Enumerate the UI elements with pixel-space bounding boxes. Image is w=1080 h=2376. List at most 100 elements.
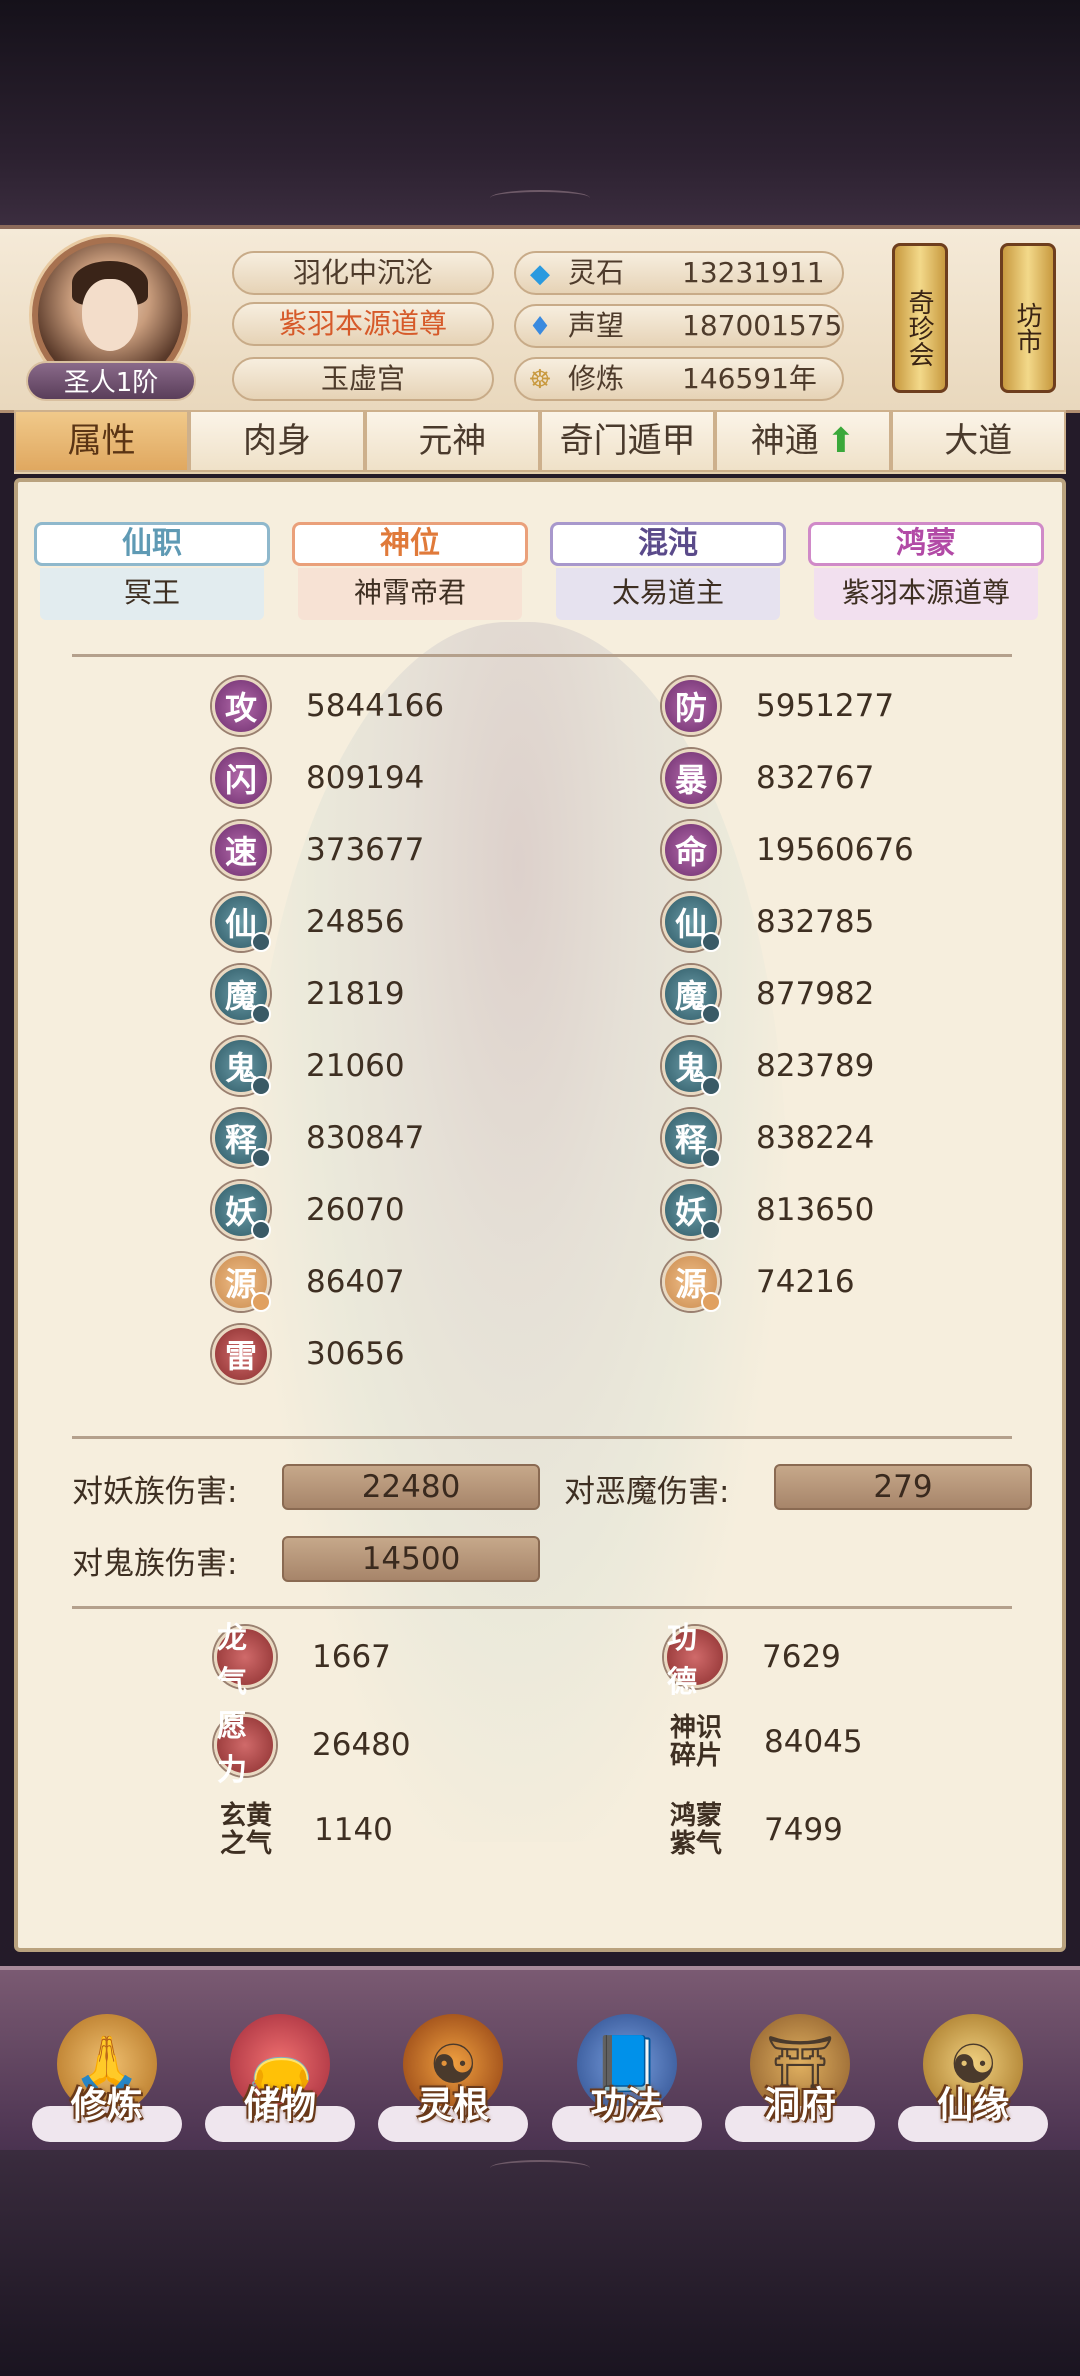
stat-immortal-defense: 仙 832785 xyxy=(662,892,874,952)
defense-mark-icon xyxy=(701,932,721,952)
misc-value: 1667 xyxy=(312,1639,391,1675)
stat-value: 30656 xyxy=(306,1336,405,1372)
attribute-panel: 仙职 冥王 神位 神霄帝君 混沌 太易道主 鸿蒙 紫羽本源道尊 攻 5844166… xyxy=(14,478,1066,1952)
sect-pill[interactable]: 玉虚宫 xyxy=(232,357,494,401)
immortal-badge: 仙 xyxy=(212,893,271,952)
nav-spirit-root[interactable]: ☯ 灵根 xyxy=(373,1966,533,2142)
title-card-header: 神位 xyxy=(292,522,528,566)
misc-value: 7499 xyxy=(764,1812,843,1848)
title-card-header: 混沌 xyxy=(550,522,786,566)
nav-label: 功法 xyxy=(590,2085,663,2126)
title-card-hongmeng[interactable]: 鸿蒙 紫羽本源道尊 xyxy=(808,522,1044,622)
tab-body[interactable]: 肉身 xyxy=(189,410,365,472)
title-card-shenwei[interactable]: 神位 神霄帝君 xyxy=(292,522,528,622)
misc-dragon-qi: 龙气 1667 xyxy=(214,1621,391,1700)
stat-value: 5844166 xyxy=(306,688,445,724)
title-pill[interactable]: 羽化中沉沦 xyxy=(232,251,494,295)
nav-cultivate[interactable]: 🙏 修炼 xyxy=(27,1966,187,2142)
stat-value: 813650 xyxy=(756,1192,875,1228)
avatar-face xyxy=(82,279,138,351)
resource-label: 声望 xyxy=(568,309,625,342)
tab-dadao[interactable]: 大道 xyxy=(890,410,1066,472)
nav-fate[interactable]: ☯ 仙缘 xyxy=(893,1966,1053,2142)
stat-buddha-attack: 释 830847 xyxy=(212,1108,424,1168)
ghost-damage-label: 对鬼族伤害: xyxy=(72,1546,238,1582)
title-card-value: 冥王 xyxy=(40,568,264,620)
resource-reputation[interactable]: ♦ 声望 187001575 xyxy=(514,304,844,348)
bottom-ornament xyxy=(490,2160,590,2176)
resource-label: 灵石 xyxy=(568,256,625,289)
stat-value: 809194 xyxy=(306,760,425,796)
tab-shentong[interactable]: 神通 ⬆ xyxy=(715,410,891,472)
speed-badge: 速 xyxy=(212,821,270,879)
stat-value: 74216 xyxy=(756,1264,855,1300)
tab-qimen[interactable]: 奇门遁甲 xyxy=(539,410,716,472)
stat-ghost-defense: 鬼 823789 xyxy=(662,1036,874,1096)
stat-origin-defense: 源 74216 xyxy=(662,1252,855,1312)
stat-value: 5951277 xyxy=(756,688,895,724)
stat-value: 832785 xyxy=(756,904,875,940)
divider xyxy=(72,1436,1012,1439)
tab-spirit[interactable]: 元神 xyxy=(364,410,540,472)
attack-mark-icon xyxy=(251,1220,271,1240)
stat-attack: 攻 5844166 xyxy=(212,676,444,736)
demon-badge: 魔 xyxy=(212,965,271,1024)
nav-storage[interactable]: 👝 储物 xyxy=(200,1966,360,2142)
stat-dodge: 闪 809194 xyxy=(212,748,424,808)
nav-techniques[interactable]: 📘 功法 xyxy=(547,1966,707,2142)
market-button[interactable]: 坊市 xyxy=(1000,243,1056,393)
stat-yao-attack: 妖 26070 xyxy=(212,1180,405,1240)
title-card-hundun[interactable]: 混沌 太易道主 xyxy=(550,522,786,622)
defense-mark-icon xyxy=(701,1148,721,1168)
attack-mark-icon xyxy=(251,1292,271,1312)
crit-badge: 暴 xyxy=(662,749,720,807)
stat-ghost-attack: 鬼 21060 xyxy=(212,1036,405,1096)
misc-value: 26480 xyxy=(312,1727,411,1763)
dragon-qi-badge: 龙气 xyxy=(214,1621,276,1700)
crystal-icon: ◆ xyxy=(530,259,550,289)
misc-xuanhuang-qi: 玄黄之气 1140 xyxy=(214,1802,393,1858)
stat-value: 838224 xyxy=(756,1120,875,1156)
flame-icon: ♦ xyxy=(528,312,552,342)
divider xyxy=(72,1606,1012,1609)
stat-value: 24856 xyxy=(306,904,405,940)
bottom-nav: 🙏 修炼 👝 储物 ☯ 灵根 📘 功法 ⛩ 洞府 ☯ 仙缘 xyxy=(0,1966,1080,2152)
player-header: 圣人1阶 羽化中沉沦 紫羽本源道尊 玉虚宫 ◆ 灵石 13231911 ♦ 声望… xyxy=(0,225,1080,413)
soul-fragment-label: 神识碎片 xyxy=(669,1713,722,1771)
stat-immortal-attack: 仙 24856 xyxy=(212,892,405,952)
immortal-badge: 仙 xyxy=(662,893,721,952)
defense-mark-icon xyxy=(701,1292,721,1312)
stat-value: 830847 xyxy=(306,1120,425,1156)
thunder-badge: 雷 xyxy=(212,1325,270,1383)
hp-badge: 命 xyxy=(662,821,720,879)
merit-badge: 功德 xyxy=(664,1621,726,1700)
misc-wish-power: 愿力 26480 xyxy=(214,1709,411,1788)
buddha-badge: 释 xyxy=(212,1109,271,1168)
tab-attributes[interactable]: 属性 xyxy=(14,410,190,472)
misc-value: 7629 xyxy=(762,1639,841,1675)
meditation-icon: ☸ xyxy=(528,365,552,395)
resource-value: 146591年 xyxy=(682,362,817,395)
demon-badge: 魔 xyxy=(662,965,721,1024)
buddha-badge: 释 xyxy=(662,1109,721,1168)
title-card-xianzhi[interactable]: 仙职 冥王 xyxy=(34,522,270,622)
stat-demon-defense: 魔 877982 xyxy=(662,964,874,1024)
stat-value: 26070 xyxy=(306,1192,405,1228)
treasure-pavilion-button[interactable]: 奇珍会 xyxy=(892,243,948,393)
resource-label: 修炼 xyxy=(568,362,625,395)
resource-cultivation[interactable]: ☸ 修炼 146591年 xyxy=(514,357,844,401)
dao-title-pill[interactable]: 紫羽本源道尊 xyxy=(232,302,494,346)
stat-value: 21819 xyxy=(306,976,405,1012)
stat-yao-defense: 妖 813650 xyxy=(662,1180,874,1240)
resource-spirit-stone[interactable]: ◆ 灵石 13231911 xyxy=(514,251,844,295)
stat-value: 832767 xyxy=(756,760,875,796)
stat-value: 373677 xyxy=(306,832,425,868)
title-card-value: 太易道主 xyxy=(556,568,780,620)
nav-cave-house[interactable]: ⛩ 洞府 xyxy=(720,1966,880,2142)
origin-badge: 源 xyxy=(662,1253,721,1312)
misc-soul-fragment: 神识碎片 84045 xyxy=(664,1714,863,1770)
wish-power-badge: 愿力 xyxy=(214,1709,276,1788)
rank-badge: 圣人1阶 xyxy=(26,361,196,401)
origin-badge: 源 xyxy=(212,1253,271,1312)
stat-hp: 命 19560676 xyxy=(662,820,914,880)
